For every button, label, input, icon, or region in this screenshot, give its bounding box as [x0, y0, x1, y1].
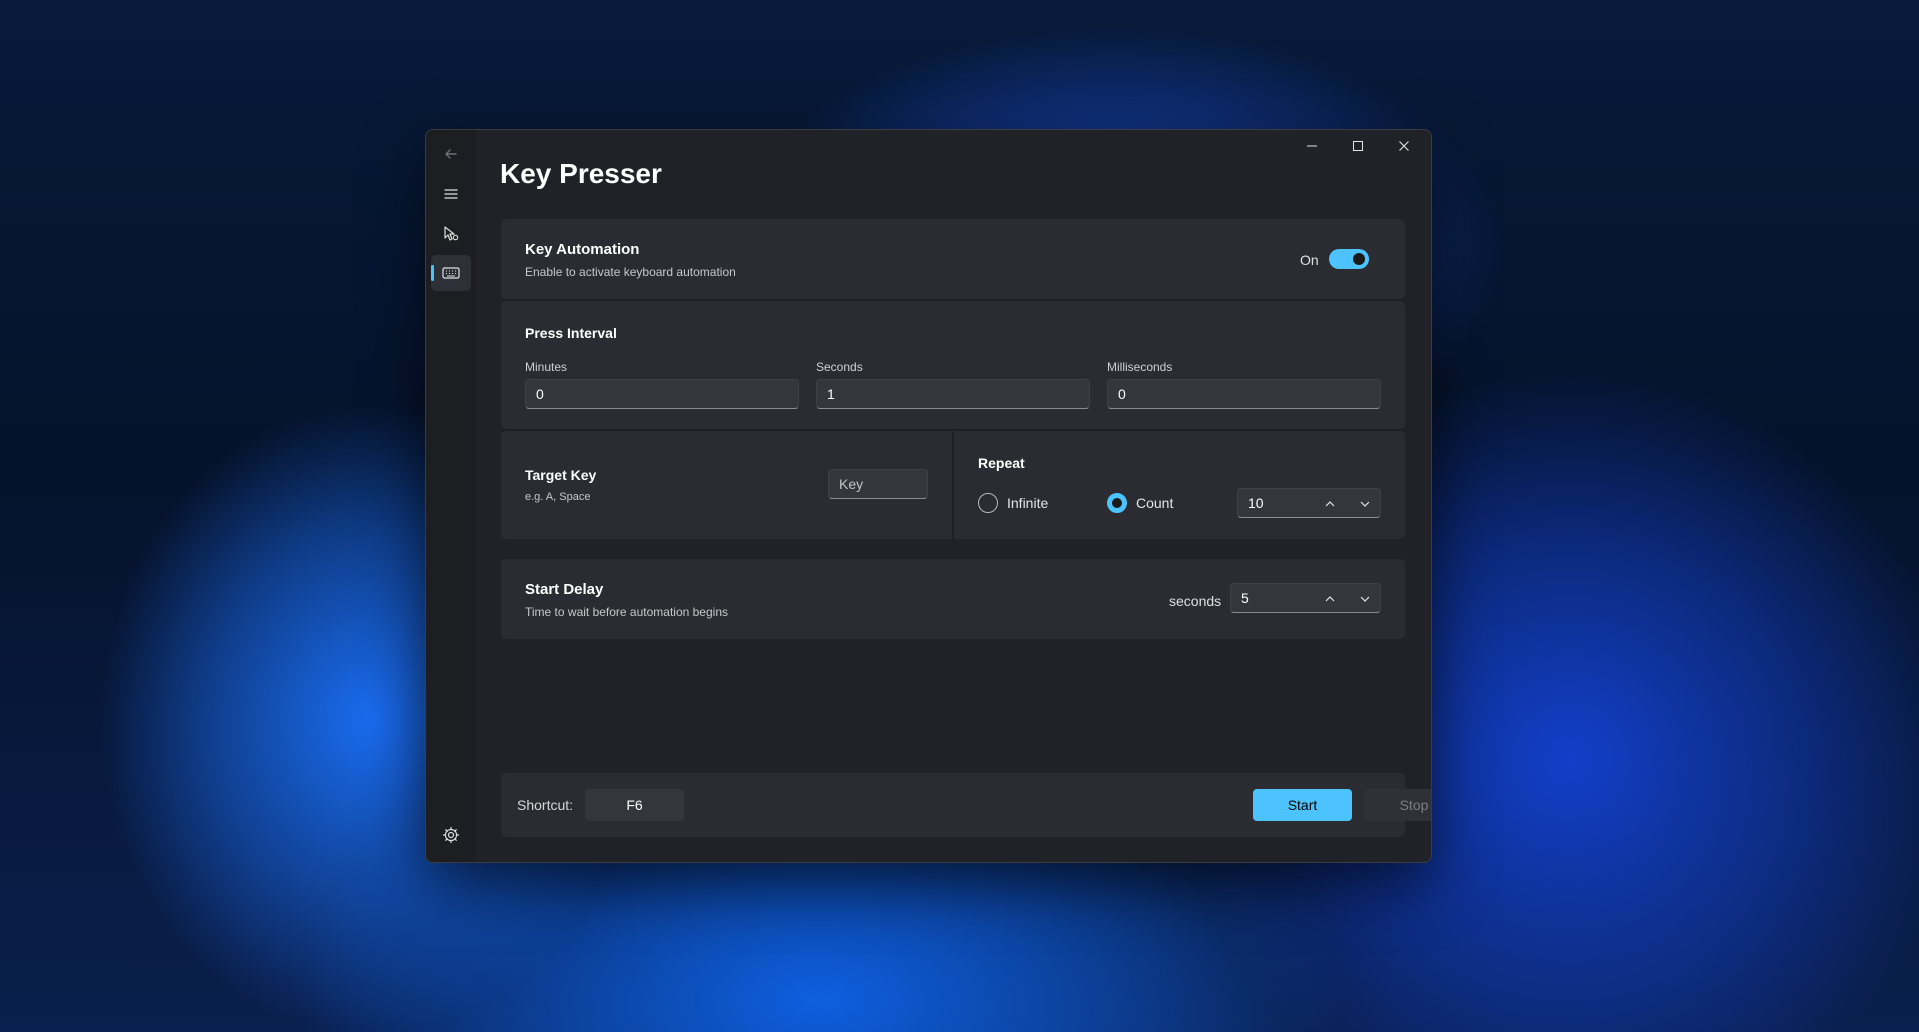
chevron-down-icon — [1360, 596, 1370, 602]
count-radio[interactable] — [1107, 493, 1127, 513]
press-interval-card: Press Interval Minutes 0 Seconds 1 Milli… — [501, 301, 1405, 429]
mouse-pointer-icon — [444, 226, 459, 241]
shortcut-button[interactable]: F6 — [585, 789, 684, 821]
toggle-knob — [1353, 253, 1365, 265]
key-automation-title: Key Automation — [525, 241, 640, 258]
key-automation-card: Key Automation Enable to activate keyboa… — [501, 219, 1405, 299]
chevron-up-icon — [1325, 501, 1335, 507]
key-automation-toggle[interactable] — [1329, 249, 1369, 269]
start-delay-decrement-button[interactable] — [1351, 588, 1379, 610]
start-delay-increment-button[interactable] — [1316, 588, 1344, 610]
infinite-label: Infinite — [1007, 495, 1049, 511]
gear-icon — [442, 826, 460, 844]
maximize-icon — [1353, 141, 1363, 151]
nav-item-keyboard[interactable] — [431, 255, 471, 291]
target-repeat-card: Target Key e.g. A, Space Key Repeat Infi… — [501, 431, 1405, 539]
start-delay-title: Start Delay — [525, 581, 604, 598]
start-delay-value: 5 — [1241, 590, 1249, 606]
navigation-sidebar — [426, 130, 476, 862]
start-button[interactable]: Start — [1253, 789, 1352, 821]
target-key-title: Target Key — [525, 467, 597, 483]
start-delay-unit-label: seconds — [1169, 593, 1222, 609]
count-number-box[interactable]: 10 — [1237, 488, 1381, 518]
repeat-title: Repeat — [978, 455, 1025, 471]
infinite-radio[interactable] — [978, 493, 998, 513]
seconds-input[interactable]: 1 — [816, 379, 1090, 409]
footer-bar: Shortcut: F6 Start Stop — [501, 773, 1431, 837]
count-label: Count — [1136, 495, 1174, 511]
app-window: Key Presser Key Automation Enable to act… — [425, 129, 1432, 863]
shortcut-label: Shortcut: — [517, 797, 574, 813]
minutes-input[interactable]: 0 — [525, 379, 799, 409]
press-interval-title: Press Interval — [525, 325, 617, 341]
minimize-icon — [1307, 145, 1317, 147]
close-icon — [1399, 141, 1409, 151]
milliseconds-input[interactable]: 0 — [1107, 379, 1381, 409]
keyboard-icon — [442, 267, 460, 279]
close-button[interactable] — [1381, 130, 1427, 162]
maximize-button[interactable] — [1335, 130, 1381, 162]
arrow-left-icon — [445, 149, 457, 159]
minutes-label: Minutes — [525, 360, 568, 374]
chevron-up-icon — [1325, 596, 1335, 602]
seconds-label: Seconds — [816, 360, 863, 374]
hamburger-icon — [444, 189, 458, 199]
start-delay-card: Start Delay Time to wait before automati… — [501, 559, 1405, 639]
settings-button[interactable] — [431, 817, 471, 853]
target-key-input[interactable]: Key — [828, 469, 928, 499]
count-value: 10 — [1248, 495, 1264, 511]
key-automation-subtitle: Enable to activate keyboard automation — [525, 265, 736, 279]
back-button[interactable] — [431, 136, 471, 172]
milliseconds-label: Milliseconds — [1107, 360, 1173, 374]
toggle-state-label: On — [1300, 252, 1319, 268]
nav-item-mouse[interactable] — [431, 216, 471, 252]
target-key-subtitle: e.g. A, Space — [525, 491, 591, 503]
start-delay-subtitle: Time to wait before automation begins — [525, 605, 728, 619]
divider — [952, 431, 954, 539]
stop-button[interactable]: Stop — [1364, 789, 1431, 821]
chevron-down-icon — [1360, 501, 1370, 507]
menu-button[interactable] — [431, 176, 471, 212]
count-increment-button[interactable] — [1316, 493, 1344, 515]
start-delay-number-box[interactable]: 5 — [1230, 583, 1381, 613]
page-title: Key Presser — [500, 158, 662, 189]
count-decrement-button[interactable] — [1351, 493, 1379, 515]
minimize-button[interactable] — [1289, 130, 1335, 162]
